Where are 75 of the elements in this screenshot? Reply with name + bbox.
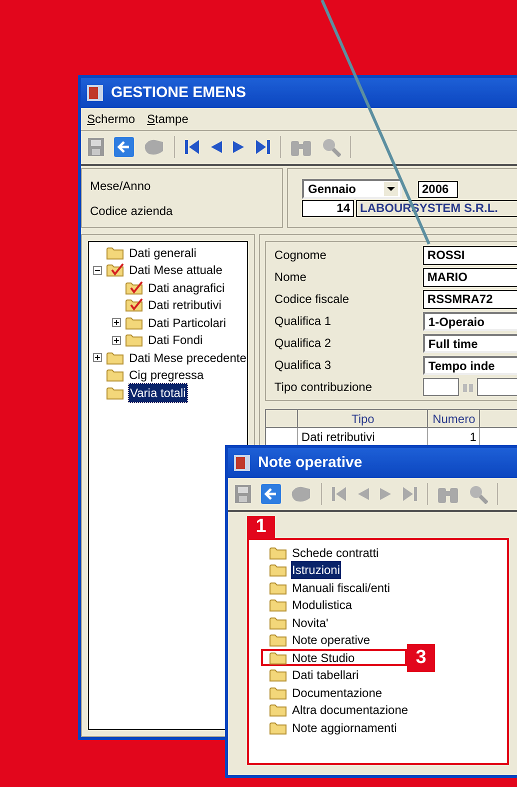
window-title: GESTIONE EMENS bbox=[111, 82, 246, 103]
select-field[interactable]: Full time bbox=[423, 334, 517, 352]
input-field[interactable] bbox=[477, 378, 517, 396]
field-label: Qualifica 1 bbox=[274, 313, 332, 330]
tree-item[interactable]: Schede contratti bbox=[291, 544, 380, 562]
tree-item[interactable]: Varia totali bbox=[128, 382, 188, 403]
folder-icon bbox=[269, 598, 287, 612]
save-icon[interactable] bbox=[87, 137, 105, 157]
tree-item[interactable]: Dati retributivi bbox=[147, 296, 222, 314]
folder-icon bbox=[269, 633, 287, 648]
window-icon bbox=[234, 455, 250, 471]
tree-item[interactable]: Dati Mese attuale bbox=[128, 261, 224, 280]
folder-icon bbox=[269, 668, 287, 682]
expand-icon[interactable] bbox=[112, 318, 121, 328]
folder-icon bbox=[269, 616, 287, 630]
folder-icon bbox=[269, 720, 287, 735]
column-header[interactable] bbox=[266, 410, 298, 428]
input-field[interactable] bbox=[423, 378, 460, 396]
tree-item[interactable]: Modulistica bbox=[291, 596, 354, 614]
field-label: Cognome bbox=[274, 247, 328, 264]
next-icon[interactable] bbox=[232, 140, 246, 154]
expand-icon[interactable] bbox=[93, 353, 102, 362]
tree-item[interactable]: Documentazione bbox=[291, 684, 384, 702]
tree-item[interactable]: Dati Mese precedente bbox=[128, 348, 248, 367]
folder-icon bbox=[269, 650, 287, 665]
search-icon[interactable] bbox=[468, 484, 488, 504]
select-field[interactable]: Tempo inde bbox=[423, 356, 517, 374]
text-field[interactable]: ROSSI bbox=[423, 246, 517, 264]
year-field[interactable]: 2006 bbox=[418, 180, 458, 198]
column-header[interactable]: Numero bbox=[428, 410, 480, 428]
tree-item[interactable]: Novita' bbox=[291, 614, 330, 632]
field-label: Tipo contribuzione bbox=[274, 379, 374, 396]
tree-item[interactable]: Altra documentazione bbox=[291, 701, 410, 720]
text-field[interactable]: MARIO bbox=[423, 268, 517, 286]
tree-item[interactable]: Manuali fiscali/enti bbox=[291, 578, 392, 597]
month-dropdown[interactable]: Gennaio bbox=[302, 179, 402, 199]
collapse-icon[interactable] bbox=[93, 266, 102, 275]
column-header[interactable]: Tipo bbox=[298, 410, 428, 428]
folder-icon bbox=[269, 686, 287, 700]
text-field[interactable]: RSSMRA72 bbox=[423, 290, 517, 308]
field-label: Codice fiscale bbox=[274, 291, 350, 308]
hand-icon[interactable] bbox=[143, 137, 165, 157]
tree-item[interactable]: Dati generali bbox=[128, 244, 198, 262]
callout-badge: 3 bbox=[407, 644, 435, 672]
field-label: Codice azienda bbox=[90, 202, 174, 220]
window-icon bbox=[87, 85, 103, 101]
previous-icon[interactable] bbox=[209, 140, 223, 154]
folder-icon bbox=[269, 546, 287, 560]
tree-item[interactable]: Istruzioni bbox=[291, 561, 342, 580]
field-label: Qualifica 3 bbox=[274, 357, 332, 374]
field-label: Nome bbox=[274, 269, 308, 286]
tree-item[interactable]: Dati Fondi bbox=[147, 331, 204, 350]
menu-item[interactable]: Schermo bbox=[87, 110, 136, 128]
menu-item[interactable]: Stampe bbox=[147, 110, 188, 128]
search-icon[interactable] bbox=[321, 137, 341, 157]
tree-item[interactable]: Note aggiornamenti bbox=[291, 718, 398, 737]
field-label: Mese/Anno bbox=[90, 178, 152, 194]
select-field[interactable]: 1-Operaio bbox=[423, 312, 517, 330]
tree-item[interactable]: Dati anagrafici bbox=[147, 278, 226, 297]
company-code-field[interactable]: 14 bbox=[302, 200, 354, 217]
save-icon[interactable] bbox=[234, 484, 252, 504]
folder-icon bbox=[269, 703, 287, 718]
folder-icon bbox=[269, 580, 287, 595]
tree-item[interactable]: Dati Particolari bbox=[147, 314, 228, 332]
folder-icon bbox=[269, 563, 287, 578]
expand-icon[interactable] bbox=[112, 336, 121, 345]
first-record-icon[interactable] bbox=[184, 138, 200, 156]
field-label: Qualifica 2 bbox=[274, 335, 332, 352]
callout-badge: 1 bbox=[247, 516, 275, 538]
tree-item[interactable]: Cig pregressa bbox=[128, 366, 205, 384]
tree-item[interactable]: Note operative bbox=[291, 631, 372, 650]
last-record-icon[interactable] bbox=[255, 138, 271, 156]
window-title: Note operative bbox=[258, 452, 362, 473]
hand-icon[interactable] bbox=[290, 484, 312, 504]
tree-item[interactable]: Dati tabellari bbox=[291, 666, 360, 684]
